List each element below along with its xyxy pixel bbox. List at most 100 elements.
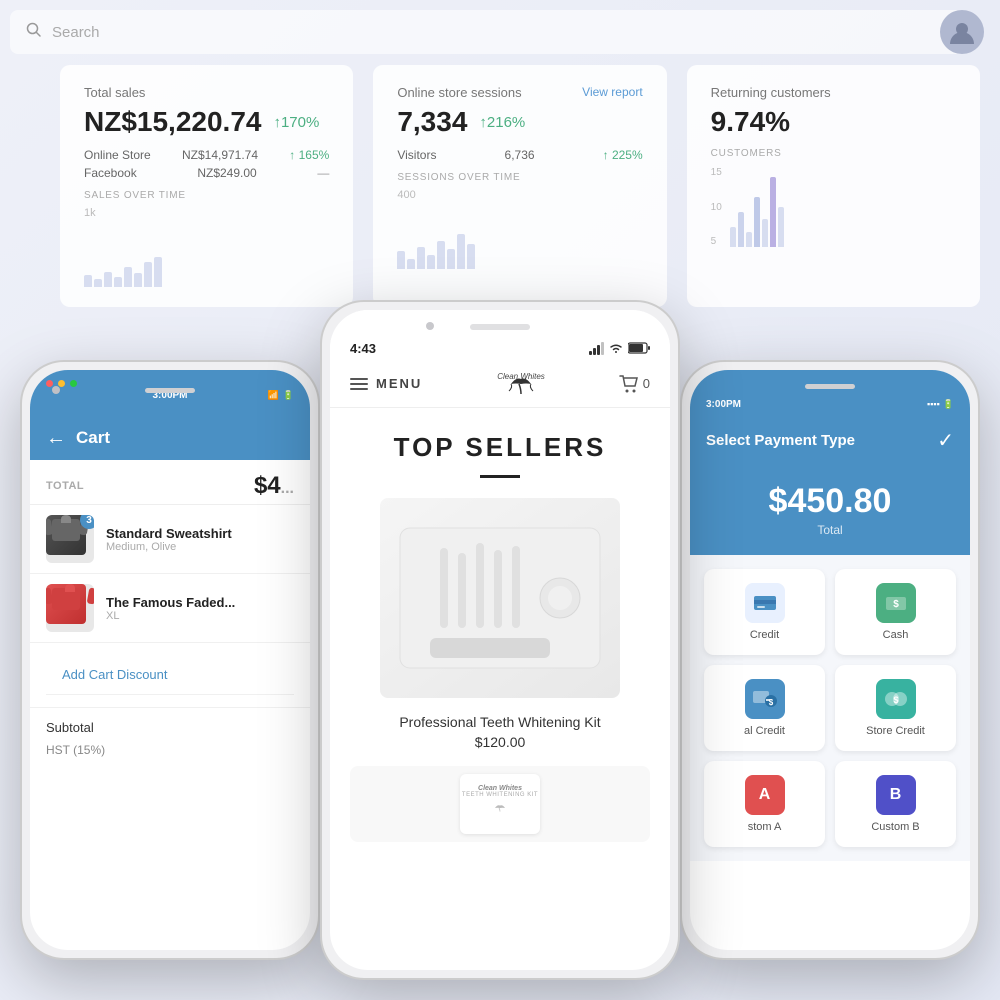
search-icon <box>26 22 42 43</box>
menu-area[interactable]: MENU <box>350 376 422 391</box>
right-header: Select Payment Type ✓ <box>690 418 970 472</box>
phone-right-screen: 3:00PM ▪▪▪▪ 🔋 Select Payment Type ✓ $450… <box>690 370 970 950</box>
cart-total-row: TOTAL $4... <box>30 460 310 505</box>
custom-a-button[interactable]: A stom A <box>704 761 825 847</box>
cart-summary: Subtotal HST (15%) <box>30 708 310 777</box>
right-speaker <box>805 384 855 389</box>
credit-button[interactable]: Credit <box>704 569 825 655</box>
sessions-card: Online store sessions View report 7,334 … <box>373 65 666 307</box>
view-report-link[interactable]: View report <box>582 85 642 99</box>
returning-customers-label: Returning customers <box>711 85 956 100</box>
item1-info: Standard Sweatshirt Medium, Olive <box>106 526 294 553</box>
page-title: TOP SELLERS <box>350 432 650 463</box>
phone-center-screen: 4:43 <box>330 310 670 970</box>
external-credit-svg: $ <box>752 689 778 709</box>
product-price: $120.00 <box>350 734 650 750</box>
product-name: Professional Teeth Whitening Kit <box>350 714 650 730</box>
phone-left-camera <box>52 386 60 394</box>
total-sales-card: Total sales NZ$15,220.74 ↑170% Online St… <box>60 65 353 307</box>
cart-title: Cart <box>76 428 110 448</box>
cash-button[interactable]: $ Cash <box>835 569 956 655</box>
right-status-icons: ▪▪▪▪ 🔋 <box>927 399 954 410</box>
product-svg <box>390 508 610 688</box>
product-image-box <box>380 498 620 698</box>
store-credit-svg: $ <box>883 688 909 710</box>
center-status-bar: 4:43 <box>330 310 670 360</box>
product2-logo-svg <box>485 798 515 818</box>
customers-chart <box>730 167 784 247</box>
stats-area: Total sales NZ$15,220.74 ↑170% Online St… <box>60 65 980 307</box>
external-credit-button[interactable]: $ al Credit <box>704 665 825 751</box>
cash-icon: $ <box>876 583 916 623</box>
menu-line-1 <box>350 378 368 380</box>
left-status-bar: 3:00PM 📶 🔋 <box>30 370 310 416</box>
cash-svg: $ <box>884 593 908 613</box>
shopping-cart-icon <box>619 375 639 393</box>
battery-icon <box>628 342 650 354</box>
payment-grid: Credit $ Cash <box>690 555 970 861</box>
credit-icon <box>745 583 785 623</box>
logo-bird-svg: Clean Whites <box>491 369 551 399</box>
returning-customers-card: Returning customers 9.74% CUSTOMERS 15 1… <box>687 65 980 307</box>
add-discount-area: Add Cart Discount <box>30 643 310 708</box>
phone-left-screen: 3:00PM 📶 🔋 ← Cart TOTAL $4... <box>30 370 310 950</box>
menu-line-3 <box>350 388 368 390</box>
item2-image <box>46 584 94 632</box>
payment-amount: $450.80 <box>706 482 954 521</box>
top-sellers-content: TOP SELLERS <box>330 408 670 750</box>
online-store-row: Online Store NZ$14,971.74 ↑ 165% <box>84 148 329 162</box>
facebook-row: Facebook NZ$249.00 — <box>84 166 329 180</box>
custom-b-icon: B <box>876 775 916 815</box>
sales-chart <box>84 227 329 287</box>
dot-red <box>46 380 53 387</box>
dot-yellow <box>58 380 65 387</box>
wifi-icon <box>608 342 624 354</box>
returning-customers-value: 9.74% <box>711 106 956 138</box>
left-phone-dots <box>46 380 77 387</box>
total-sales-label: Total sales <box>84 85 329 100</box>
external-credit-label: al Credit <box>744 725 785 737</box>
subtotal-row: Subtotal <box>46 720 294 735</box>
cart-item-1: 3 Standard Sweatshirt Medium, Olive <box>30 505 310 574</box>
check-icon[interactable]: ✓ <box>937 428 954 453</box>
credit-card-icon <box>753 594 777 612</box>
phones-container: 3:00PM 📶 🔋 ← Cart TOTAL $4... <box>0 300 1000 1000</box>
item2-info: The Famous Faded... XL <box>106 595 294 622</box>
dot-green <box>70 380 77 387</box>
custom-b-letter: B <box>890 786 902 804</box>
custom-b-button[interactable]: B Custom B <box>835 761 956 847</box>
avatar[interactable] <box>940 10 984 54</box>
custom-a-label: stom A <box>748 821 782 833</box>
sessions-chart <box>397 209 642 269</box>
second-product-area: Clean Whites TEETH WHITENING KIT <box>350 766 650 842</box>
visitors-row: Visitors 6,736 ↑ 225% <box>397 148 642 162</box>
right-status-bar: 3:00PM ▪▪▪▪ 🔋 <box>690 370 970 418</box>
second-product-image: Clean Whites TEETH WHITENING KIT <box>460 774 540 834</box>
svg-text:$: $ <box>893 599 899 610</box>
menu-line-2 <box>350 383 368 385</box>
cart-area[interactable]: 0 <box>619 375 650 393</box>
total-sales-value: NZ$15,220.74 ↑170% <box>84 106 329 138</box>
menu-label: MENU <box>376 376 422 391</box>
signal-icon <box>589 342 604 355</box>
left-phone-header: ← Cart <box>30 416 310 460</box>
credit-label: Credit <box>750 629 779 641</box>
custom-a-letter: A <box>759 786 771 804</box>
sweater-red-graphic <box>46 584 86 624</box>
phone-center: 4:43 <box>320 300 680 980</box>
hst-row: HST (15%) <box>46 743 294 757</box>
sessions-value: 7,334 ↑216% <box>397 106 642 138</box>
cart-item-2: The Famous Faded... XL <box>30 574 310 643</box>
search-bar: Search <box>10 10 970 54</box>
center-nav: MENU Clean Whites <box>330 360 670 408</box>
back-button[interactable]: ← <box>46 427 66 450</box>
phone-right: 3:00PM ▪▪▪▪ 🔋 Select Payment Type ✓ $450… <box>680 360 980 960</box>
add-cart-discount-button[interactable]: Add Cart Discount <box>46 655 294 695</box>
phone-left: 3:00PM 📶 🔋 ← Cart TOTAL $4... <box>20 360 320 960</box>
store-credit-icon: $ <box>876 679 916 719</box>
center-status-icons <box>589 342 650 355</box>
custom-a-icon: A <box>745 775 785 815</box>
store-credit-button[interactable]: $ Store Credit <box>835 665 956 751</box>
item1-image: 3 <box>46 515 94 563</box>
amount-label: Total <box>706 523 954 537</box>
